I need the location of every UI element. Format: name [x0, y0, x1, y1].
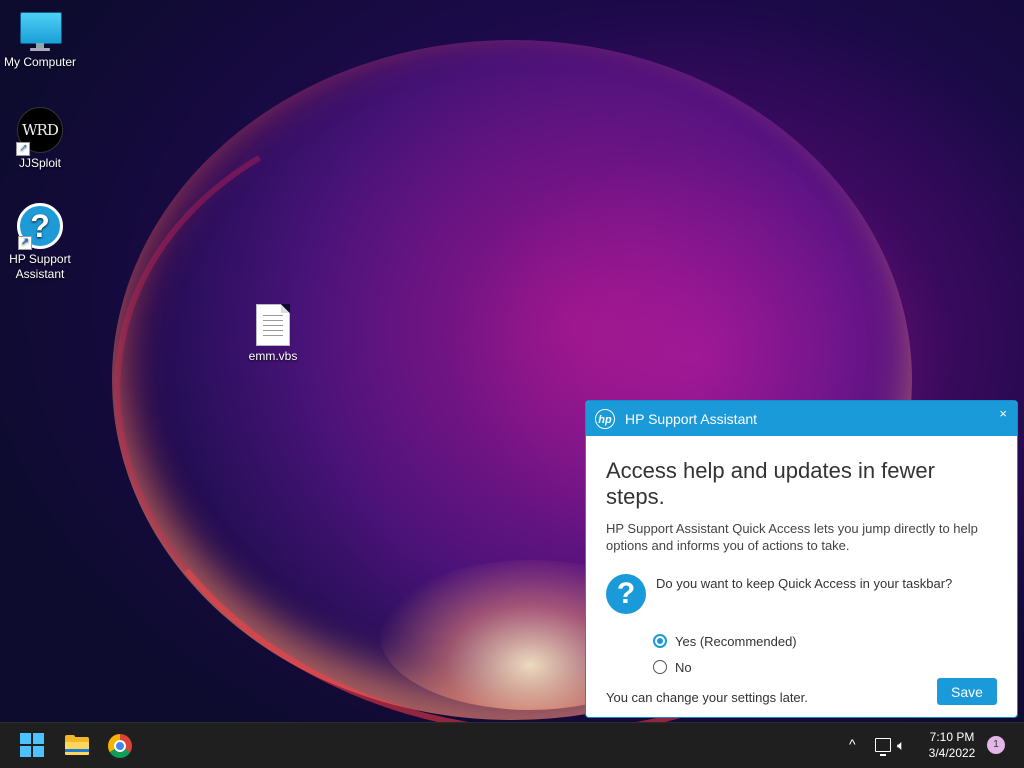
dialog-title: HP Support Assistant — [625, 410, 758, 427]
file-explorer-icon[interactable] — [63, 732, 91, 760]
dialog-description: HP Support Assistant Quick Access lets y… — [606, 521, 978, 553]
jjsploit-icon-text: WRD — [22, 121, 59, 139]
clock[interactable]: 7:10 PM 3/4/2022 — [922, 729, 982, 761]
hp-support-assistant-dialog: hp HP Support Assistant × Access help an… — [585, 400, 1018, 718]
script-file-icon — [256, 304, 290, 346]
radio-button-yes[interactable] — [653, 634, 667, 648]
dialog-body: Access help and updates in fewer steps. … — [586, 458, 1017, 705]
desktop-icon-label: HP Support Assistant — [9, 252, 71, 281]
jjsploit-icon: WRD ↗ — [16, 107, 63, 156]
clock-time: 7:10 PM — [929, 730, 975, 744]
dialog-headline: Access help and updates in fewer steps. — [606, 458, 935, 509]
taskbar: ^ 🔈︎ 7:10 PM 3/4/2022 1 — [0, 722, 1024, 768]
notification-badge[interactable]: 1 — [987, 736, 1005, 754]
question-text: Do you want to keep Quick Access in your… — [656, 576, 953, 591]
desktop-icon-label: My Computer — [3, 55, 77, 69]
shortcut-arrow-icon: ↗ — [16, 142, 30, 156]
shortcut-arrow-icon: ↗ — [18, 236, 32, 250]
speaker-icon[interactable]: 🔈︎ — [897, 737, 905, 754]
help-question-icon: ? ↗ — [17, 203, 63, 250]
radio-label-no: No — [675, 659, 692, 675]
desktop-icon-hp-support-assistant[interactable]: ? ↗ HP Support Assistant — [0, 203, 80, 282]
chrome-icon[interactable] — [108, 734, 132, 758]
question-mark-icon: ? — [606, 574, 646, 614]
close-icon[interactable]: × — [999, 406, 1007, 421]
clock-date: 3/4/2022 — [928, 746, 976, 760]
quick-access-radio-group: Yes (Recommended) No — [653, 628, 997, 680]
desktop-icon-emm-vbs[interactable]: emm.vbs — [233, 304, 313, 364]
desktop-icon-my-computer[interactable]: My Computer — [0, 10, 80, 70]
radio-button-no[interactable] — [653, 660, 667, 674]
start-icon[interactable] — [19, 732, 49, 762]
dialog-header: hp HP Support Assistant × — [586, 401, 1017, 436]
desktop-icon-jjsploit[interactable]: WRD ↗ JJSploit — [0, 107, 80, 171]
system-tray: ^ 🔈︎ 7:10 PM 3/4/2022 1 — [824, 723, 1024, 768]
chevron-up-icon[interactable]: ^ — [849, 736, 856, 752]
radio-option-no[interactable]: No — [653, 654, 997, 680]
save-button[interactable]: Save — [937, 678, 997, 705]
radio-label-yes: Yes (Recommended) — [675, 633, 797, 649]
desktop-icon-label: emm.vbs — [248, 349, 298, 363]
hp-logo-icon: hp — [595, 408, 615, 429]
radio-option-yes[interactable]: Yes (Recommended) — [653, 628, 997, 654]
network-icon[interactable] — [875, 738, 891, 756]
desktop-icon-label: JJSploit — [18, 156, 62, 170]
question-row: ? Do you want to keep Quick Access in yo… — [606, 574, 997, 614]
computer-icon — [18, 10, 62, 52]
